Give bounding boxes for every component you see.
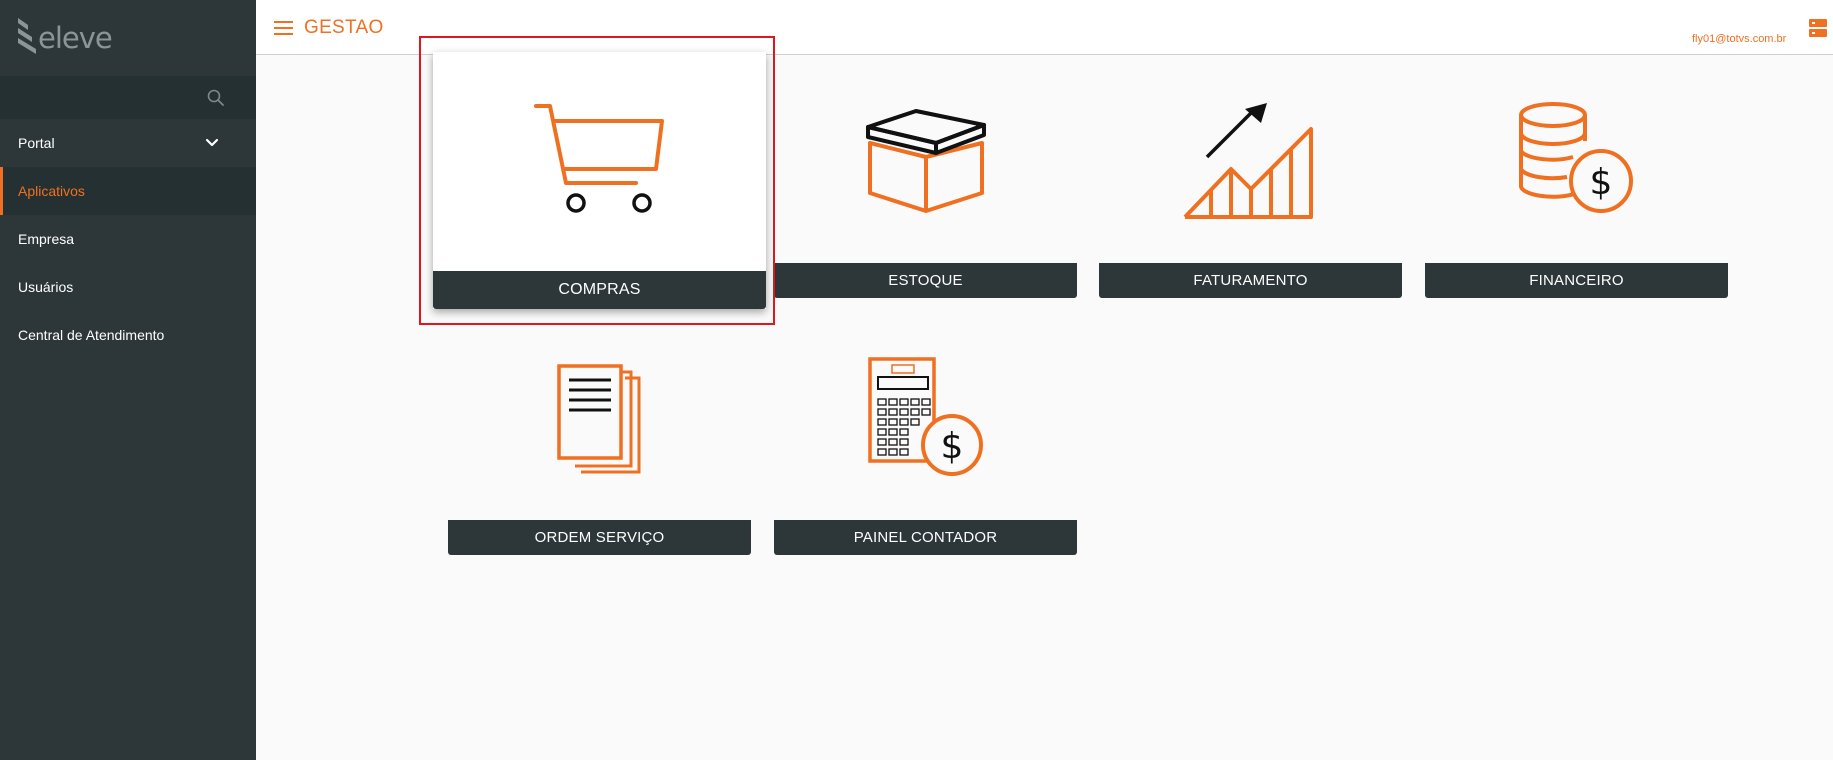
app-card-compras[interactable]: COMPRAS [433,52,766,309]
card-icon-area: $ [1425,63,1728,263]
svg-text:$: $ [940,426,963,467]
app-card-ordem-servico[interactable]: ORDEM SERVIÇO [448,320,751,555]
app-card-faturamento[interactable]: FATURAMENTO [1099,63,1402,298]
card-icon-area [774,63,1077,263]
sidebar-item-label: Empresa [18,231,75,247]
user-email[interactable]: fly01@totvs.com.br [1692,33,1786,45]
page-title: GESTAO [304,17,384,38]
eleve-logo-icon [14,18,40,58]
hamburger-menu-icon[interactable] [274,20,293,36]
card-icon-area [1099,63,1402,263]
card-label: COMPRAS [433,271,766,309]
sidebar: eleve Portal Aplicativos Empresa Usuário… [0,0,256,760]
sidebar-item-label: Aplicativos [18,183,85,199]
sidebar-item-aplicativos[interactable]: Aplicativos [0,167,256,215]
sidebar-search [0,76,256,119]
sidebar-item-label: Usuários [18,279,74,295]
card-label: ESTOQUE [774,263,1077,298]
shopping-cart-icon [530,101,670,226]
card-label: ORDEM SERVIÇO [448,520,751,555]
sidebar-item-label: Central de Atendimento [18,327,165,343]
sidebar-item-empresa[interactable]: Empresa [0,215,256,263]
logo-text: eleve [38,21,113,55]
box-icon [864,105,988,222]
card-label: FATURAMENTO [1099,263,1402,298]
card-icon-area: $ [774,320,1077,520]
sidebar-item-usuarios[interactable]: Usuários [0,263,256,311]
coins-dollar-icon: $ [1517,101,1637,226]
sidebar-item-central-de-atendimento[interactable]: Central de Atendimento [0,311,256,359]
documents-icon [555,362,645,479]
card-icon-area [433,52,766,274]
app-card-estoque[interactable]: ESTOQUE [774,63,1077,298]
svg-text:$: $ [1589,162,1612,203]
server-icon[interactable] [1809,18,1827,38]
card-label: PAINEL CONTADOR [774,520,1077,555]
search-input[interactable] [0,76,200,119]
calculator-dollar-icon: $ [866,356,986,484]
growth-chart-icon [1181,101,1321,226]
logo[interactable]: eleve [0,0,256,76]
sidebar-item-portal[interactable]: Portal [0,119,256,167]
search-icon[interactable] [206,88,226,108]
app-card-painel-contador[interactable]: $ PAINEL CONTADOR [774,320,1077,555]
card-label: FINANCEIRO [1425,263,1728,298]
sidebar-item-label: Portal [18,135,55,151]
app-card-financeiro[interactable]: $ FINANCEIRO [1425,63,1728,298]
topbar: GESTAO fly01@totvs.com.br [256,0,1833,55]
card-icon-area [448,320,751,520]
chevron-down-icon[interactable] [204,135,220,151]
